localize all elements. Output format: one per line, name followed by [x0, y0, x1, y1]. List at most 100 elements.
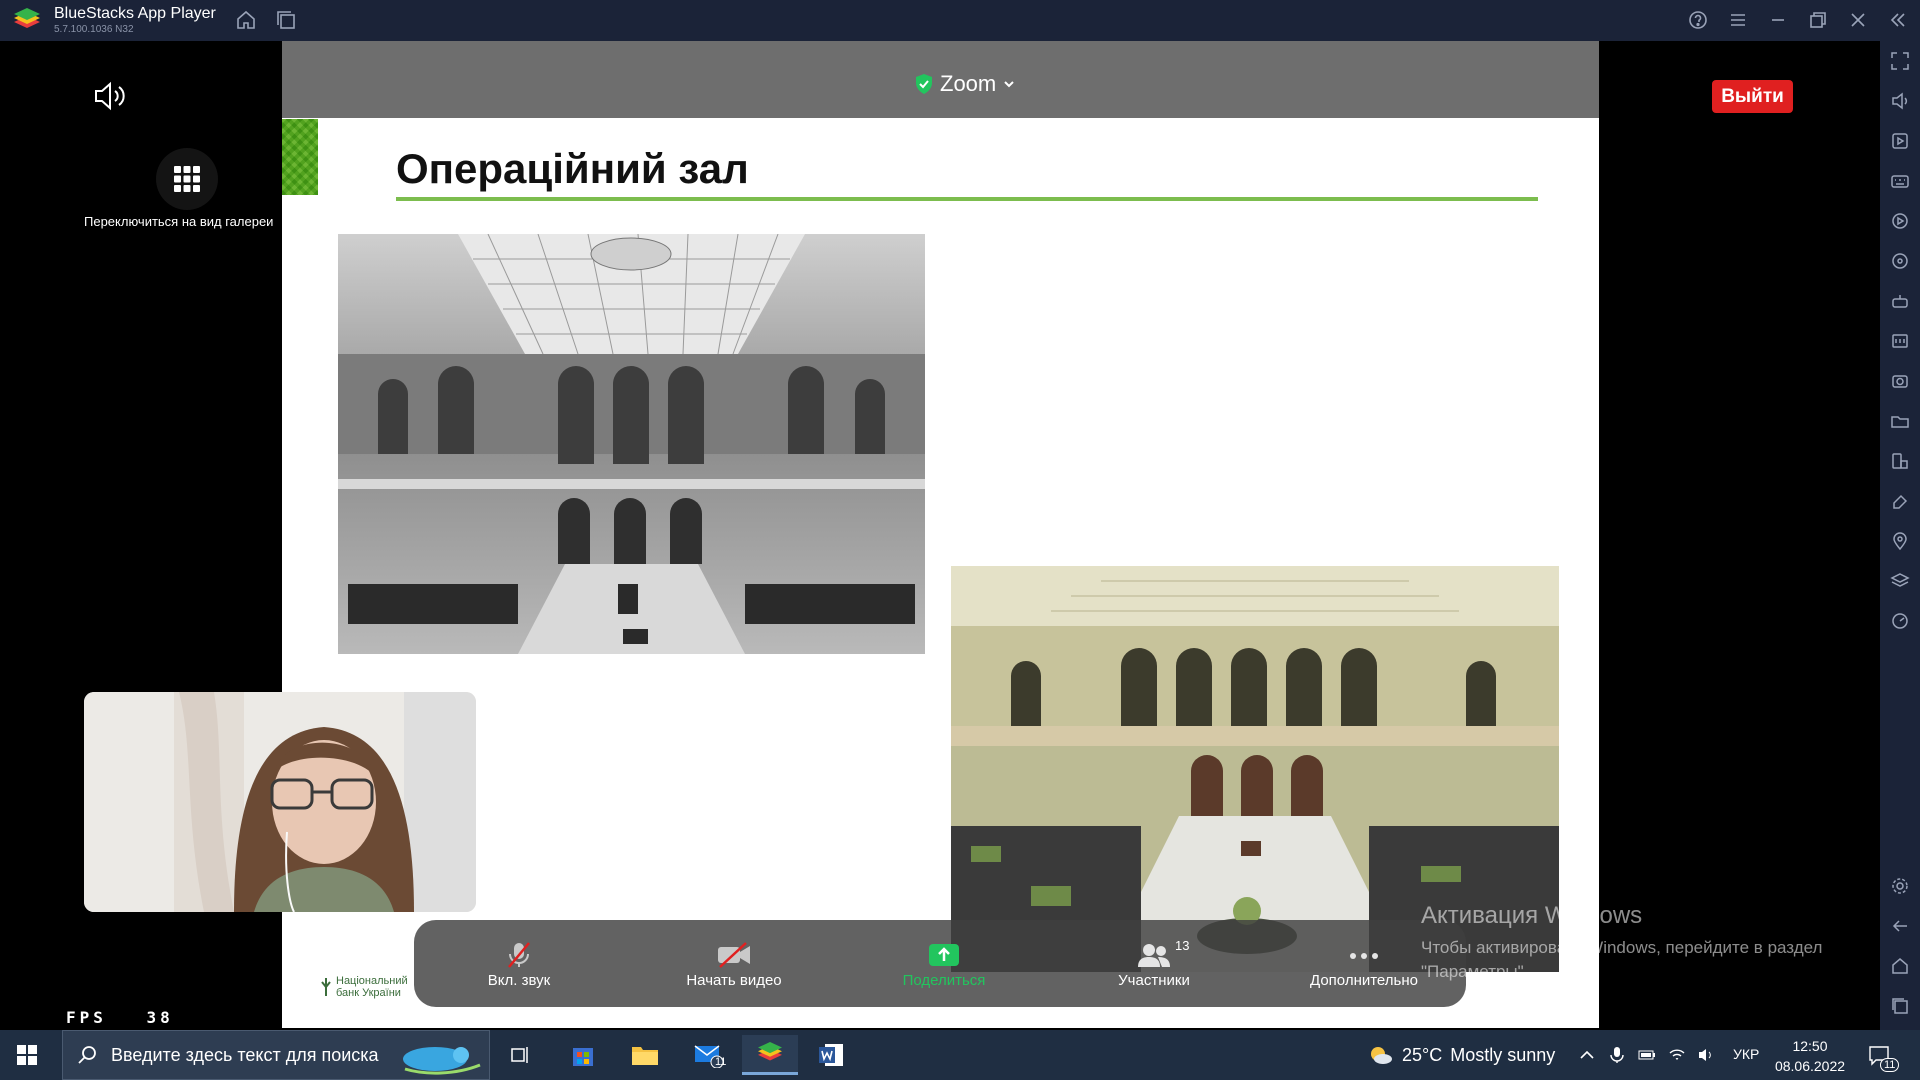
- search-icon: [78, 1046, 96, 1064]
- location-icon[interactable]: [1890, 531, 1910, 551]
- settings-icon[interactable]: [1890, 876, 1910, 896]
- speaker-icon[interactable]: [92, 80, 128, 112]
- gallery-view-button[interactable]: [156, 148, 218, 210]
- volume-tray-icon[interactable]: [1697, 1046, 1715, 1064]
- microsoft-store-icon[interactable]: [555, 1035, 611, 1075]
- nbu-logo-line2: банк України: [336, 987, 401, 999]
- participants-count: 13: [1175, 938, 1190, 953]
- input-language[interactable]: УКР: [1733, 1046, 1759, 1062]
- more-label: Дополнительно: [1310, 972, 1418, 989]
- participants-button[interactable]: 13 Участники: [1079, 938, 1229, 989]
- fps-counter: FPS 38: [66, 1008, 174, 1027]
- keyboard-icon[interactable]: [1890, 171, 1910, 191]
- participants-icon: [1138, 944, 1170, 967]
- weather-temperature: 25°C: [1402, 1044, 1443, 1065]
- android-home-icon[interactable]: [1890, 956, 1910, 976]
- minimize-icon[interactable]: [1767, 9, 1789, 31]
- slide-decoration: [282, 119, 318, 195]
- grid-icon: [174, 166, 200, 192]
- wifi-icon[interactable]: [1668, 1046, 1686, 1064]
- bluestacks-logo-icon: [14, 8, 40, 28]
- bluestacks-sidebar: [1880, 41, 1920, 1030]
- windows-taskbar: Введите здесь текст для поиска 11 25°C M…: [0, 1030, 1920, 1080]
- help-icon[interactable]: [1687, 9, 1709, 31]
- apk-install-icon[interactable]: [1890, 331, 1910, 351]
- window-version: 5.7.100.1036 N32: [54, 24, 134, 35]
- zoom-header-bar: Zoom: [282, 41, 1599, 118]
- clock-time: 12:50: [1792, 1038, 1828, 1054]
- historic-hall-photo: [338, 234, 925, 654]
- participants-label: Участники: [1118, 972, 1190, 989]
- word-icon[interactable]: [803, 1035, 859, 1075]
- slide-title: Операційний зал: [396, 145, 749, 192]
- fullscreen-icon[interactable]: [1890, 51, 1910, 71]
- eco-mode-icon[interactable]: [1890, 611, 1910, 631]
- collapse-sidebar-icon[interactable]: [1887, 9, 1909, 31]
- volume-icon[interactable]: [1890, 91, 1910, 111]
- back-icon[interactable]: [1890, 916, 1910, 936]
- share-screen-button[interactable]: Поделиться: [869, 938, 1019, 989]
- chevron-down-icon: [1004, 81, 1014, 88]
- media-manager-icon[interactable]: [1890, 131, 1910, 151]
- share-screen-label: Поделиться: [902, 972, 986, 989]
- macro-icon[interactable]: [1890, 211, 1910, 231]
- unmute-label: Вкл. звук: [487, 972, 551, 989]
- layers-icon[interactable]: [1890, 571, 1910, 591]
- folder-icon[interactable]: [1890, 411, 1910, 431]
- shield-check-icon: [916, 74, 932, 94]
- chevron-up-icon[interactable]: [1578, 1046, 1596, 1064]
- erase-icon[interactable]: [1890, 491, 1910, 511]
- mail-icon[interactable]: 11: [680, 1035, 736, 1075]
- multi-device-icon[interactable]: [1890, 451, 1910, 471]
- taskbar-search-box[interactable]: Введите здесь текст для поиска: [62, 1030, 490, 1080]
- zoom-title: Zoom: [940, 71, 997, 96]
- taskbar-search-placeholder: Введите здесь текст для поиска: [111, 1045, 379, 1065]
- windows-start-icon[interactable]: [16, 1044, 38, 1066]
- activation-watermark-title: Активация Windows: [1421, 902, 1643, 929]
- zoom-meeting-menu[interactable]: Zoom: [914, 71, 1016, 97]
- file-explorer-icon[interactable]: [617, 1035, 673, 1075]
- bluestacks-taskbar-icon[interactable]: [742, 1035, 798, 1075]
- fps-label: FPS: [66, 1008, 107, 1027]
- mic-muted-icon: [508, 942, 530, 968]
- nbu-logo-line1: Національний: [336, 975, 408, 987]
- home-icon[interactable]: [235, 9, 257, 31]
- bluestacks-titlebar: BlueStacks App Player 5.7.100.1036 N32: [0, 0, 1920, 41]
- mail-badge: 11: [715, 1056, 727, 1068]
- task-view-icon[interactable]: [492, 1035, 548, 1075]
- video-off-icon: [718, 942, 750, 968]
- search-highlight-icon: [403, 1047, 481, 1075]
- fps-value: 38: [146, 1008, 174, 1027]
- multi-instance-icon[interactable]: [275, 9, 297, 31]
- sync-icon[interactable]: [1890, 251, 1910, 271]
- screenshot-icon[interactable]: [1890, 371, 1910, 391]
- notification-badge: 11: [1880, 1058, 1900, 1072]
- clock-date: 08.06.2022: [1774, 1058, 1846, 1074]
- recent-apps-icon[interactable]: [1890, 996, 1910, 1016]
- activation-watermark-text: Чтобы активировать Windows, перейдите в …: [1421, 938, 1823, 981]
- clock[interactable]: 12:50 08.06.2022: [1770, 1036, 1850, 1076]
- shared-screen-slide: Zoom Операційний зал Національний банк У…: [282, 41, 1599, 1028]
- window-title: BlueStacks App Player: [54, 5, 216, 22]
- gallery-view-label: Переключиться на вид галереи: [84, 214, 274, 229]
- nbu-emblem-icon: [321, 978, 331, 996]
- title-underline: [396, 197, 1538, 201]
- meeting-controls-bar: Вкл. звук Начать видео Поделиться 13 Уча…: [414, 920, 1466, 1007]
- menu-icon[interactable]: [1727, 9, 1749, 31]
- self-video-tile[interactable]: [84, 692, 476, 912]
- weather-widget[interactable]: 25°C Mostly sunny: [1368, 1044, 1555, 1066]
- leave-meeting-button[interactable]: Выйти: [1712, 80, 1793, 113]
- nbu-logo: Національний банк України: [320, 975, 408, 999]
- more-icon: [1350, 953, 1378, 959]
- start-video-label: Начать видео: [686, 972, 782, 989]
- share-screen-icon: [929, 944, 959, 966]
- close-icon[interactable]: [1847, 9, 1869, 31]
- microphone-icon[interactable]: [1608, 1046, 1626, 1064]
- start-video-button[interactable]: Начать видео: [659, 938, 809, 989]
- more-button[interactable]: Дополнительно: [1289, 938, 1439, 989]
- restore-icon[interactable]: [1807, 9, 1829, 31]
- unmute-button[interactable]: Вкл. звук: [444, 938, 594, 989]
- battery-icon[interactable]: [1638, 1046, 1656, 1064]
- gamepad-icon[interactable]: [1890, 291, 1910, 311]
- weather-sunny-icon: [1371, 1047, 1392, 1064]
